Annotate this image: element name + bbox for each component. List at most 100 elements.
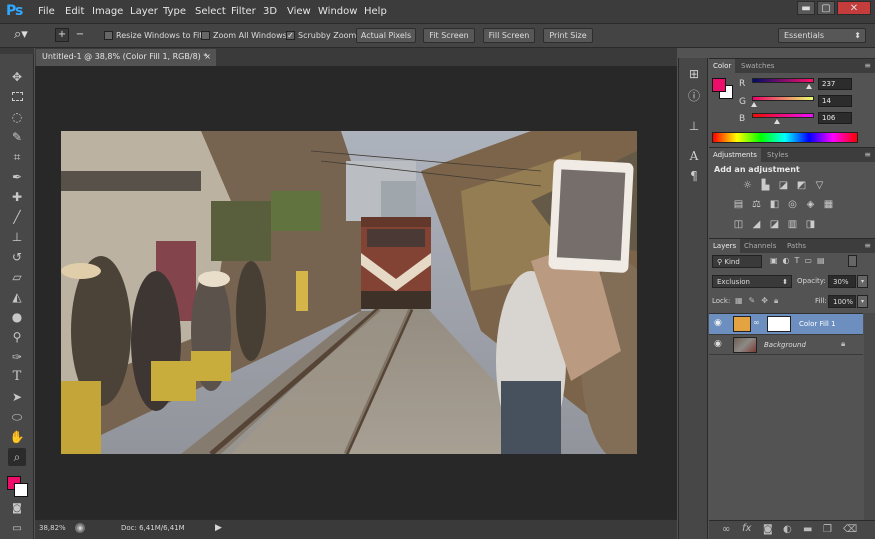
brightness-contrast-icon[interactable]: ☼ (742, 180, 753, 191)
eraser-tool-icon[interactable]: ▱ (8, 268, 26, 286)
r-slider-thumb[interactable] (806, 84, 812, 89)
color-spectrum-ramp[interactable] (712, 132, 858, 143)
layer-mask-thumbnail[interactable] (767, 316, 791, 332)
tab-adjustments[interactable]: Adjustments (709, 148, 761, 163)
r-value-input[interactable]: 237 (818, 78, 852, 90)
menu-file[interactable]: File (38, 6, 55, 17)
add-mask-icon[interactable]: ◙ (763, 524, 773, 535)
zoom-level[interactable]: 38,82% (39, 524, 66, 532)
blur-tool-icon[interactable]: ● (8, 308, 26, 326)
visibility-eye-icon[interactable]: ◉ (714, 339, 722, 349)
fill-layer-thumbnail[interactable] (733, 316, 751, 332)
layer-row-background[interactable]: ◉ Background 🔒︎ (709, 334, 863, 355)
workspace-select[interactable]: Essentials ⬍ (778, 28, 866, 43)
quick-selection-tool-icon[interactable]: ✎ (8, 128, 26, 146)
curves-icon[interactable]: ◪ (778, 180, 789, 191)
pen-tool-icon[interactable]: ✑ (8, 348, 26, 366)
status-info-icon[interactable]: ◉ (75, 523, 85, 533)
close-tab-icon[interactable]: × (204, 49, 211, 65)
layer-row-color-fill[interactable]: ◉ ∞ Color Fill 1 (709, 313, 863, 334)
panel-menu-icon[interactable]: ≡ (864, 150, 871, 159)
status-menu-arrow-icon[interactable]: ▶ (215, 523, 222, 533)
menu-window[interactable]: Window (318, 6, 357, 17)
layers-scrollbar[interactable] (864, 313, 875, 523)
color-lookup-icon[interactable]: ▦ (823, 199, 834, 210)
exposure-icon[interactable]: ◩ (796, 180, 807, 191)
zoom-tool-preset-icon[interactable]: ⌕▾ (14, 27, 38, 45)
history-brush-tool-icon[interactable]: ↺ (8, 248, 26, 266)
clone-stamp-tool-icon[interactable]: ⊥ (8, 228, 26, 246)
tab-color[interactable]: Color (709, 59, 736, 74)
marquee-tool-icon[interactable] (8, 88, 26, 106)
tab-styles[interactable]: Styles (763, 148, 792, 163)
document-canvas-image[interactable] (61, 131, 637, 454)
lasso-tool-icon[interactable]: ◌ (8, 108, 26, 126)
healing-brush-tool-icon[interactable]: ✚ (8, 188, 26, 206)
background-color-swatch[interactable] (14, 483, 28, 497)
color-balance-icon[interactable]: ⚖ (751, 199, 762, 210)
history-panel-icon[interactable]: ⊞ (686, 66, 702, 82)
fit-screen-button[interactable]: Fit Screen (423, 28, 475, 43)
new-layer-icon[interactable]: ❐ (823, 524, 832, 535)
g-slider-thumb[interactable] (751, 102, 757, 107)
zoom-tool-icon[interactable]: ⌕ (8, 448, 26, 466)
menu-select[interactable]: Select (195, 6, 226, 17)
link-layers-icon[interactable]: ∞ (722, 524, 730, 535)
invert-icon[interactable]: ◫ (733, 219, 744, 230)
maximize-button[interactable]: ▢ (817, 1, 835, 15)
fill-input[interactable]: 100% (828, 295, 856, 308)
color-panel-fg-swatch[interactable] (712, 78, 726, 92)
tab-layers[interactable]: Layers (709, 239, 741, 254)
levels-icon[interactable]: ▙ (760, 180, 771, 191)
path-selection-tool-icon[interactable]: ➤ (8, 388, 26, 406)
layer-name[interactable]: Color Fill 1 (799, 320, 836, 328)
move-tool-icon[interactable]: ✥ (8, 68, 26, 86)
g-value-input[interactable]: 14 (818, 95, 852, 107)
hand-tool-icon[interactable]: ✋ (8, 428, 26, 446)
gradient-map-icon[interactable]: ▥ (787, 219, 798, 230)
layer-filter-icons[interactable]: ▣◐T▭▤ (770, 256, 830, 265)
lock-icons[interactable]: ▦✎✥🔒︎ (735, 296, 784, 306)
g-slider[interactable] (752, 96, 814, 101)
print-size-button[interactable]: Print Size (543, 28, 593, 43)
fill-slider-toggle[interactable]: ▾ (857, 295, 868, 308)
visibility-eye-icon[interactable]: ◉ (714, 318, 722, 328)
screen-mode-icon[interactable]: ▭ (8, 520, 26, 538)
posterize-icon[interactable]: ◢ (751, 219, 762, 230)
threshold-icon[interactable]: ◪ (769, 219, 780, 230)
layer-style-icon[interactable]: fx (742, 523, 751, 534)
crop-tool-icon[interactable]: ⌗ (8, 148, 26, 166)
type-tool-icon[interactable]: T (8, 368, 26, 386)
blend-mode-select[interactable]: Exclusion ⬍ (712, 275, 792, 288)
brush-presets-icon[interactable]: ⊥ (686, 118, 702, 134)
close-window-button[interactable]: ✕ (837, 1, 871, 15)
r-slider[interactable] (752, 78, 814, 83)
menu-type[interactable]: Type (163, 6, 186, 17)
delete-layer-icon[interactable]: ⌫ (843, 524, 857, 535)
resize-windows-checkbox[interactable] (104, 31, 113, 40)
vibrance-icon[interactable]: ▽ (814, 180, 825, 191)
filter-toggle[interactable] (848, 255, 857, 267)
scrubby-zoom-checkbox[interactable]: ✓ (286, 31, 295, 40)
channel-mixer-icon[interactable]: ◈ (805, 199, 816, 210)
panel-menu-icon[interactable]: ≡ (864, 241, 871, 250)
menu-image[interactable]: Image (92, 6, 123, 17)
eyedropper-tool-icon[interactable]: ✒ (8, 168, 26, 186)
fill-screen-button[interactable]: Fill Screen (483, 28, 535, 43)
dodge-tool-icon[interactable]: ⚲ (8, 328, 26, 346)
b-value-input[interactable]: 106 (818, 112, 852, 124)
brush-tool-icon[interactable]: ╱ (8, 208, 26, 226)
paint-bucket-tool-icon[interactable]: ◭ (8, 288, 26, 306)
opacity-input[interactable]: 30% (828, 275, 856, 288)
document-tab[interactable]: Untitled-1 @ 38,8% (Color Fill 1, RGB/8)… (36, 49, 216, 66)
menu-filter[interactable]: Filter (231, 6, 256, 17)
b-slider-thumb[interactable] (774, 119, 780, 124)
selective-color-icon[interactable]: ◨ (805, 219, 816, 230)
toolbox-grip[interactable] (0, 48, 34, 54)
character-panel-icon[interactable]: A (686, 148, 702, 164)
black-white-icon[interactable]: ◧ (769, 199, 780, 210)
opacity-slider-toggle[interactable]: ▾ (857, 275, 868, 288)
actual-pixels-button[interactable]: Actual Pixels (356, 28, 416, 43)
b-slider[interactable] (752, 113, 814, 118)
ellipse-tool-icon[interactable]: ⬭ (8, 408, 26, 426)
